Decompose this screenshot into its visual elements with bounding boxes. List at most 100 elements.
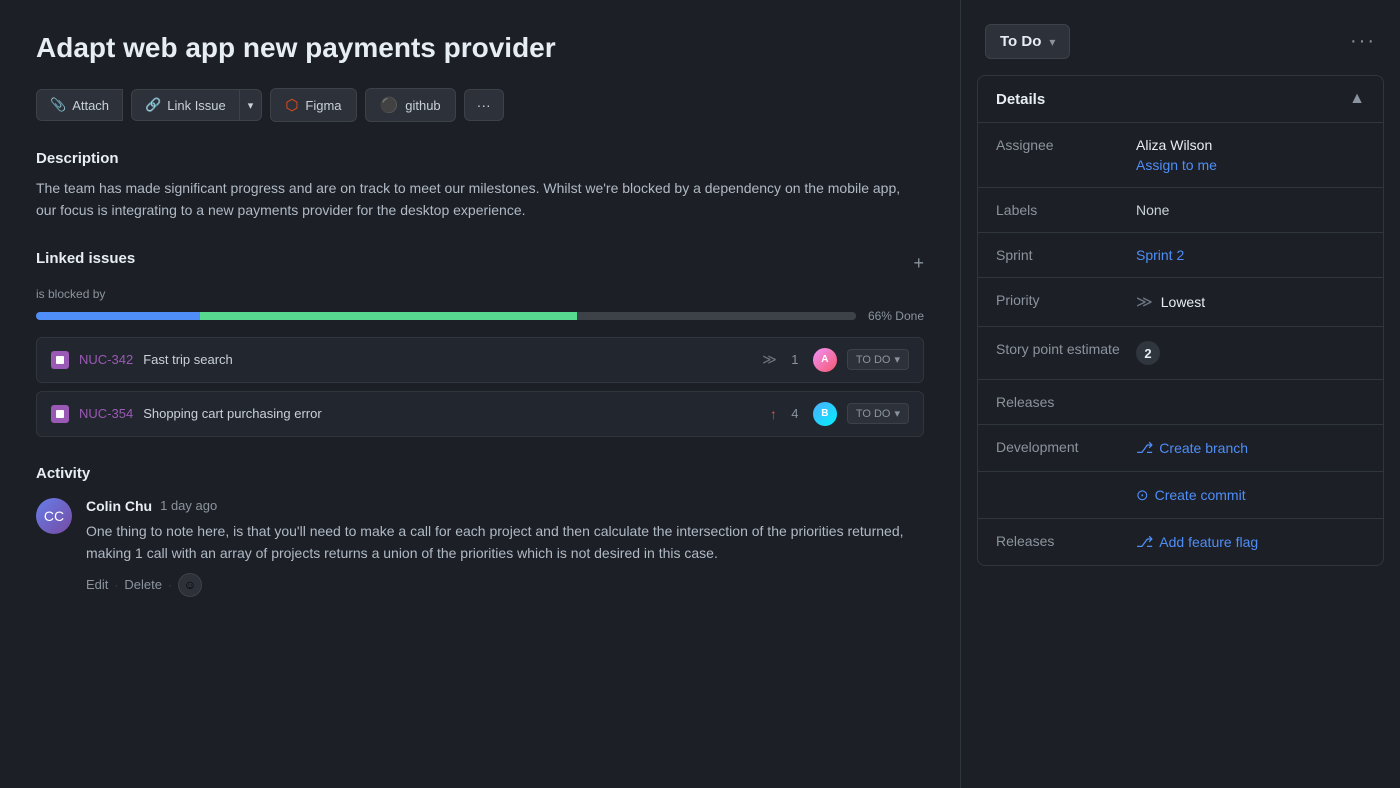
table-row: NUC-342 Fast trip search ≫ 1 A TO DO ▾: [36, 337, 924, 383]
more-options-toolbar-button[interactable]: ···: [464, 89, 504, 121]
activity-time: 1 day ago: [160, 498, 217, 513]
right-sidebar: To Do ▾ ··· Details ▲ Assignee Aliza Wil…: [960, 0, 1400, 788]
emoji-reaction-button[interactable]: ☺: [178, 573, 202, 597]
progress-blue: [36, 312, 200, 320]
avatar: A: [813, 348, 837, 372]
assign-to-me-link[interactable]: Assign to me: [1136, 157, 1365, 173]
status-dropdown-icon: ▾: [894, 407, 900, 420]
commit-icon: ⊙: [1136, 486, 1149, 504]
progress-bar: [36, 312, 856, 320]
assignee-value: Aliza Wilson Assign to me: [1136, 137, 1365, 173]
branch-icon: ⎇: [1136, 439, 1153, 457]
linked-issues-section: Linked issues + is blocked by 66% Done N…: [36, 250, 924, 437]
progress-bar-container: 66% Done: [36, 309, 924, 323]
toolbar: 📎 Attach 🔗 Link Issue ▾ ⬡ Figma ⚫ github…: [36, 88, 924, 122]
attach-group: 📎 Attach: [36, 89, 123, 121]
priority-row: Priority ≫ Lowest: [978, 278, 1383, 327]
priority-low-icon: ≫: [762, 351, 777, 368]
create-commit-row: ⊙ Create commit: [978, 472, 1383, 519]
sprint-value[interactable]: Sprint 2: [1136, 247, 1365, 263]
description-text: The team has made significant progress a…: [36, 177, 924, 222]
github-button[interactable]: ⚫ github: [365, 88, 456, 122]
todo-dropdown-icon: ▾: [1049, 35, 1055, 49]
story-point-row: Story point estimate 2: [978, 327, 1383, 380]
details-panel: Details ▲ Assignee Aliza Wilson Assign t…: [977, 75, 1384, 566]
releases-bottom-value: ⎇ Add feature flag: [1136, 533, 1365, 551]
create-branch-label: Create branch: [1159, 440, 1248, 456]
figma-label: Figma: [305, 98, 341, 113]
link-issue-dropdown-button[interactable]: ▾: [240, 89, 263, 121]
assignee-label: Assignee: [996, 137, 1136, 153]
github-icon: ⚫: [380, 96, 399, 114]
link-issue-label: Link Issue: [167, 98, 226, 113]
issue-title: Fast trip search: [143, 352, 752, 367]
development-row: Development ⎇ Create branch: [978, 425, 1383, 472]
figma-button[interactable]: ⬡ Figma: [270, 88, 356, 122]
activity-actions: Edit · Delete · ☺: [86, 573, 924, 597]
create-commit-link[interactable]: ⊙ Create commit: [1136, 486, 1365, 504]
priority-high-icon: ↑: [770, 406, 777, 422]
edit-comment-button[interactable]: Edit: [86, 577, 108, 592]
details-collapse-button[interactable]: ▲: [1349, 90, 1365, 108]
priority-lowest-icon: ≫: [1136, 292, 1153, 312]
link-issue-group: 🔗 Link Issue ▾: [131, 89, 262, 121]
status-dropdown-icon: ▾: [894, 353, 900, 366]
story-point-label: Story point estimate: [996, 341, 1136, 357]
issue-status-badge[interactable]: TO DO ▾: [847, 403, 909, 424]
development-label: Development: [996, 439, 1136, 455]
attach-button[interactable]: 📎 Attach: [36, 89, 123, 121]
labels-value: None: [1136, 202, 1365, 218]
blocked-by-label: is blocked by: [36, 287, 924, 301]
releases-bottom-row: Releases ⎇ Add feature flag: [978, 519, 1383, 565]
activity-title: Activity: [36, 465, 924, 482]
labels-row: Labels None: [978, 188, 1383, 233]
list-item: CC Colin Chu 1 day ago One thing to note…: [36, 498, 924, 597]
priority-text: Lowest: [1161, 294, 1205, 310]
sidebar-more-options-button[interactable]: ···: [1350, 30, 1376, 53]
page-title: Adapt web app new payments provider: [36, 32, 924, 64]
attach-label: Attach: [72, 98, 109, 113]
todo-status-button[interactable]: To Do ▾: [985, 24, 1070, 59]
description-section: Description The team has made significan…: [36, 150, 924, 222]
linked-issues-title: Linked issues: [36, 250, 135, 267]
link-icon: 🔗: [145, 97, 161, 113]
table-row: NUC-354 Shopping cart purchasing error ↑…: [36, 391, 924, 437]
details-header: Details ▲: [978, 76, 1383, 123]
issue-title: Shopping cart purchasing error: [143, 406, 760, 421]
paperclip-icon: 📎: [50, 97, 66, 113]
link-issue-button[interactable]: 🔗 Link Issue: [131, 89, 240, 121]
issue-status-badge[interactable]: TO DO ▾: [847, 349, 909, 370]
activity-meta: Colin Chu 1 day ago: [86, 498, 924, 514]
create-branch-link[interactable]: ⎇ Create branch: [1136, 439, 1365, 457]
linked-issues-header: Linked issues +: [36, 250, 924, 277]
activity-body: Colin Chu 1 day ago One thing to note he…: [86, 498, 924, 597]
issue-count: 4: [787, 406, 803, 421]
issue-id[interactable]: NUC-342: [79, 352, 133, 367]
delete-comment-button[interactable]: Delete: [124, 577, 162, 592]
add-feature-flag-label: Add feature flag: [1159, 534, 1258, 550]
create-commit-label: Create commit: [1155, 487, 1246, 503]
add-linked-issue-button[interactable]: +: [913, 254, 924, 272]
status-text: TO DO: [856, 408, 891, 420]
avatar: B: [813, 402, 837, 426]
progress-green: [200, 312, 577, 320]
github-label: github: [405, 98, 440, 113]
issue-count: 1: [787, 352, 803, 367]
description-title: Description: [36, 150, 924, 167]
story-point-badge: 2: [1136, 341, 1160, 365]
issue-type-icon: [51, 351, 69, 369]
status-text: TO DO: [856, 354, 891, 366]
details-panel-title: Details: [996, 91, 1045, 108]
progress-label: 66% Done: [868, 309, 924, 323]
issue-id[interactable]: NUC-354: [79, 406, 133, 421]
add-feature-flag-link[interactable]: ⎇ Add feature flag: [1136, 533, 1365, 551]
todo-badge-row: To Do ▾ ···: [961, 24, 1400, 75]
avatar: CC: [36, 498, 72, 534]
releases-bottom-label: Releases: [996, 533, 1136, 549]
create-commit-value: ⊙ Create commit: [1136, 486, 1365, 504]
assignee-name: Aliza Wilson: [1136, 137, 1365, 153]
releases-row: Releases: [978, 380, 1383, 425]
issue-type-icon: [51, 405, 69, 423]
figma-icon: ⬡: [285, 96, 298, 114]
progress-gray: [577, 312, 856, 320]
